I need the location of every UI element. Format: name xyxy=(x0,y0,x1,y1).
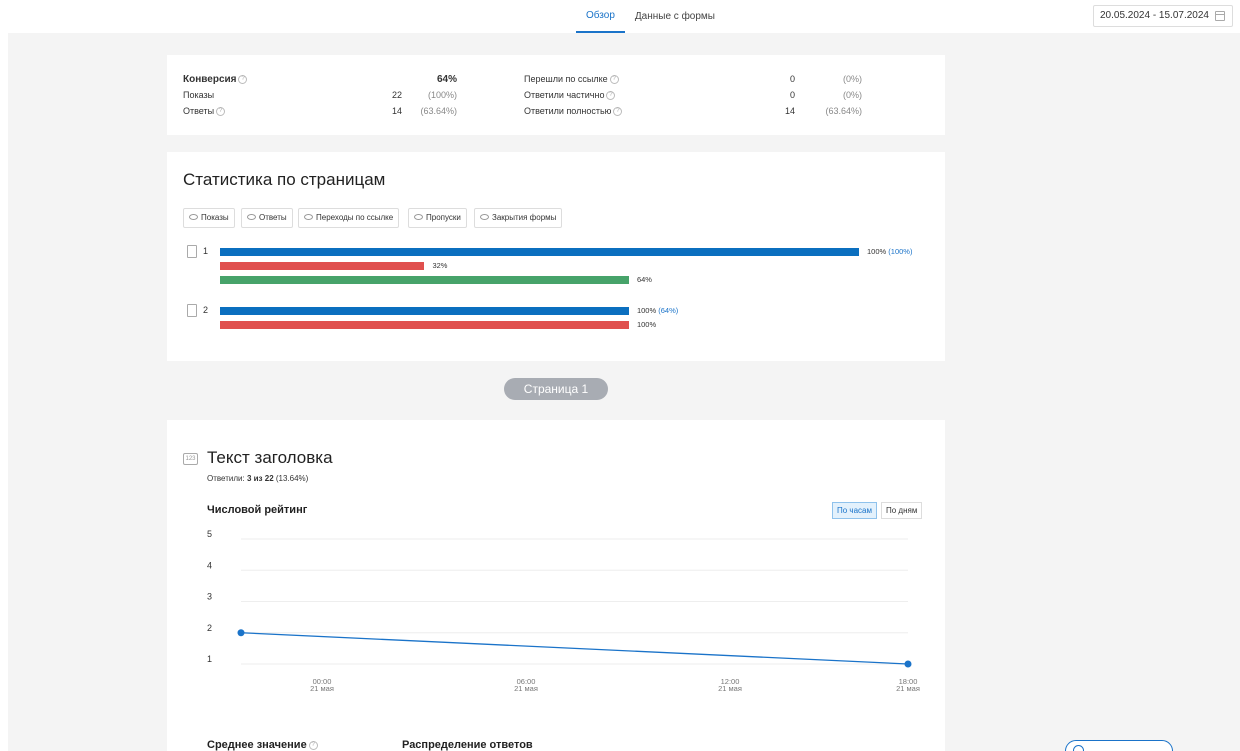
help-icon[interactable]: ? xyxy=(609,75,619,85)
filter-skips-button[interactable]: Пропуски xyxy=(408,208,467,228)
bar-skips[interactable] xyxy=(220,321,629,329)
eye-icon xyxy=(304,213,313,220)
conversion-label: Конверсия? xyxy=(183,74,248,85)
bar-skips[interactable] xyxy=(220,262,425,270)
partial-value: 0 xyxy=(789,90,795,100)
help-icon[interactable]: ? xyxy=(606,91,616,101)
x-tick-date: 21 мая xyxy=(310,684,334,693)
y-tick-label: 2 xyxy=(207,623,212,633)
answers-pct: (63.64%) xyxy=(420,106,457,116)
link-value: 0 xyxy=(789,74,795,84)
fab-icon xyxy=(1073,745,1084,751)
page-number: 2 xyxy=(203,305,209,315)
y-tick-label: 5 xyxy=(207,529,212,539)
help-icon[interactable]: ? xyxy=(613,107,623,117)
bar-label: 32% xyxy=(432,261,448,270)
answers-label: Ответы? xyxy=(183,106,226,117)
bar-answers[interactable] xyxy=(220,276,629,284)
page-pill[interactable]: Страница 1 xyxy=(504,378,608,400)
series-line xyxy=(240,632,909,665)
calendar-icon xyxy=(1215,11,1225,21)
eye-icon xyxy=(414,213,423,220)
y-tick-label: 1 xyxy=(207,654,212,664)
bar-label: 100% xyxy=(636,320,657,329)
rating-chart: 1234500:0021 мая06:0021 мая12:0021 мая18… xyxy=(207,529,920,693)
x-tick-date: 21 мая xyxy=(896,684,920,693)
conversion-value: 64% xyxy=(436,74,457,85)
data-point xyxy=(237,629,245,637)
tab-form-data[interactable]: Данные с формы xyxy=(625,0,725,33)
full-pct: (63.64%) xyxy=(825,106,862,116)
floating-action-button[interactable] xyxy=(1065,740,1173,751)
page-icon xyxy=(187,245,197,258)
page-stats-card: Статистика по страницам Показы Ответы Пе… xyxy=(167,152,945,361)
bar-label: 100% (100%) xyxy=(867,247,913,256)
partial-label: Ответили частично? xyxy=(524,90,616,101)
help-icon[interactable]: ? xyxy=(308,740,318,750)
views-label: Показы xyxy=(183,90,215,100)
average-label: Среднее значение? xyxy=(207,739,318,751)
views-pct: (100%) xyxy=(427,90,457,100)
full-label: Ответили полностью? xyxy=(524,106,623,117)
filter-answers-button[interactable]: Ответы xyxy=(241,208,293,228)
date-range-picker[interactable]: 20.05.2024 - 15.07.2024 xyxy=(1093,5,1233,27)
data-point xyxy=(904,660,912,668)
eye-icon xyxy=(189,213,198,220)
partial-pct: (0%) xyxy=(842,90,862,100)
bar-views[interactable] xyxy=(220,307,629,315)
y-tick-label: 4 xyxy=(207,560,212,570)
bar-label: 100% (64%) xyxy=(636,306,679,315)
page-number: 1 xyxy=(203,246,209,256)
answers-value: 14 xyxy=(391,106,402,116)
views-value: 22 xyxy=(391,90,402,100)
distribution-label: Распределение ответов xyxy=(402,739,533,751)
help-icon[interactable]: ? xyxy=(216,107,226,117)
page-icon xyxy=(187,304,197,317)
bar-label: 64% xyxy=(636,275,652,284)
link-pct: (0%) xyxy=(842,74,862,84)
filter-views-button[interactable]: Показы xyxy=(183,208,235,228)
link-label: Перешли по ссылке? xyxy=(524,74,619,85)
filter-closes-button[interactable]: Закрытия формы xyxy=(474,208,563,228)
tab-bar: Обзор Данные с формы xyxy=(576,0,725,33)
date-range-value: 20.05.2024 - 15.07.2024 xyxy=(1100,10,1209,21)
question-card: 123 Текст заголовка Ответили: 3 из 22 (1… xyxy=(167,420,945,751)
tab-overview[interactable]: Обзор xyxy=(576,0,625,33)
left-strip xyxy=(0,33,8,751)
page-stats-title: Статистика по страницам xyxy=(183,170,386,189)
top-bar: Обзор Данные с формы 20.05.2024 - 15.07.… xyxy=(0,0,1240,33)
help-icon[interactable]: ? xyxy=(238,74,248,84)
y-tick-label: 3 xyxy=(207,592,212,602)
conversion-card: Конверсия? 64% Показы 22 (100%) Ответы? … xyxy=(167,55,945,135)
filter-links-button[interactable]: Переходы по ссылке xyxy=(298,208,400,228)
full-value: 14 xyxy=(784,106,795,116)
eye-icon xyxy=(480,213,489,220)
eye-icon xyxy=(247,213,256,220)
x-tick-date: 21 мая xyxy=(718,684,742,693)
x-tick-date: 21 мая xyxy=(514,684,538,693)
bar-views[interactable] xyxy=(220,248,859,256)
